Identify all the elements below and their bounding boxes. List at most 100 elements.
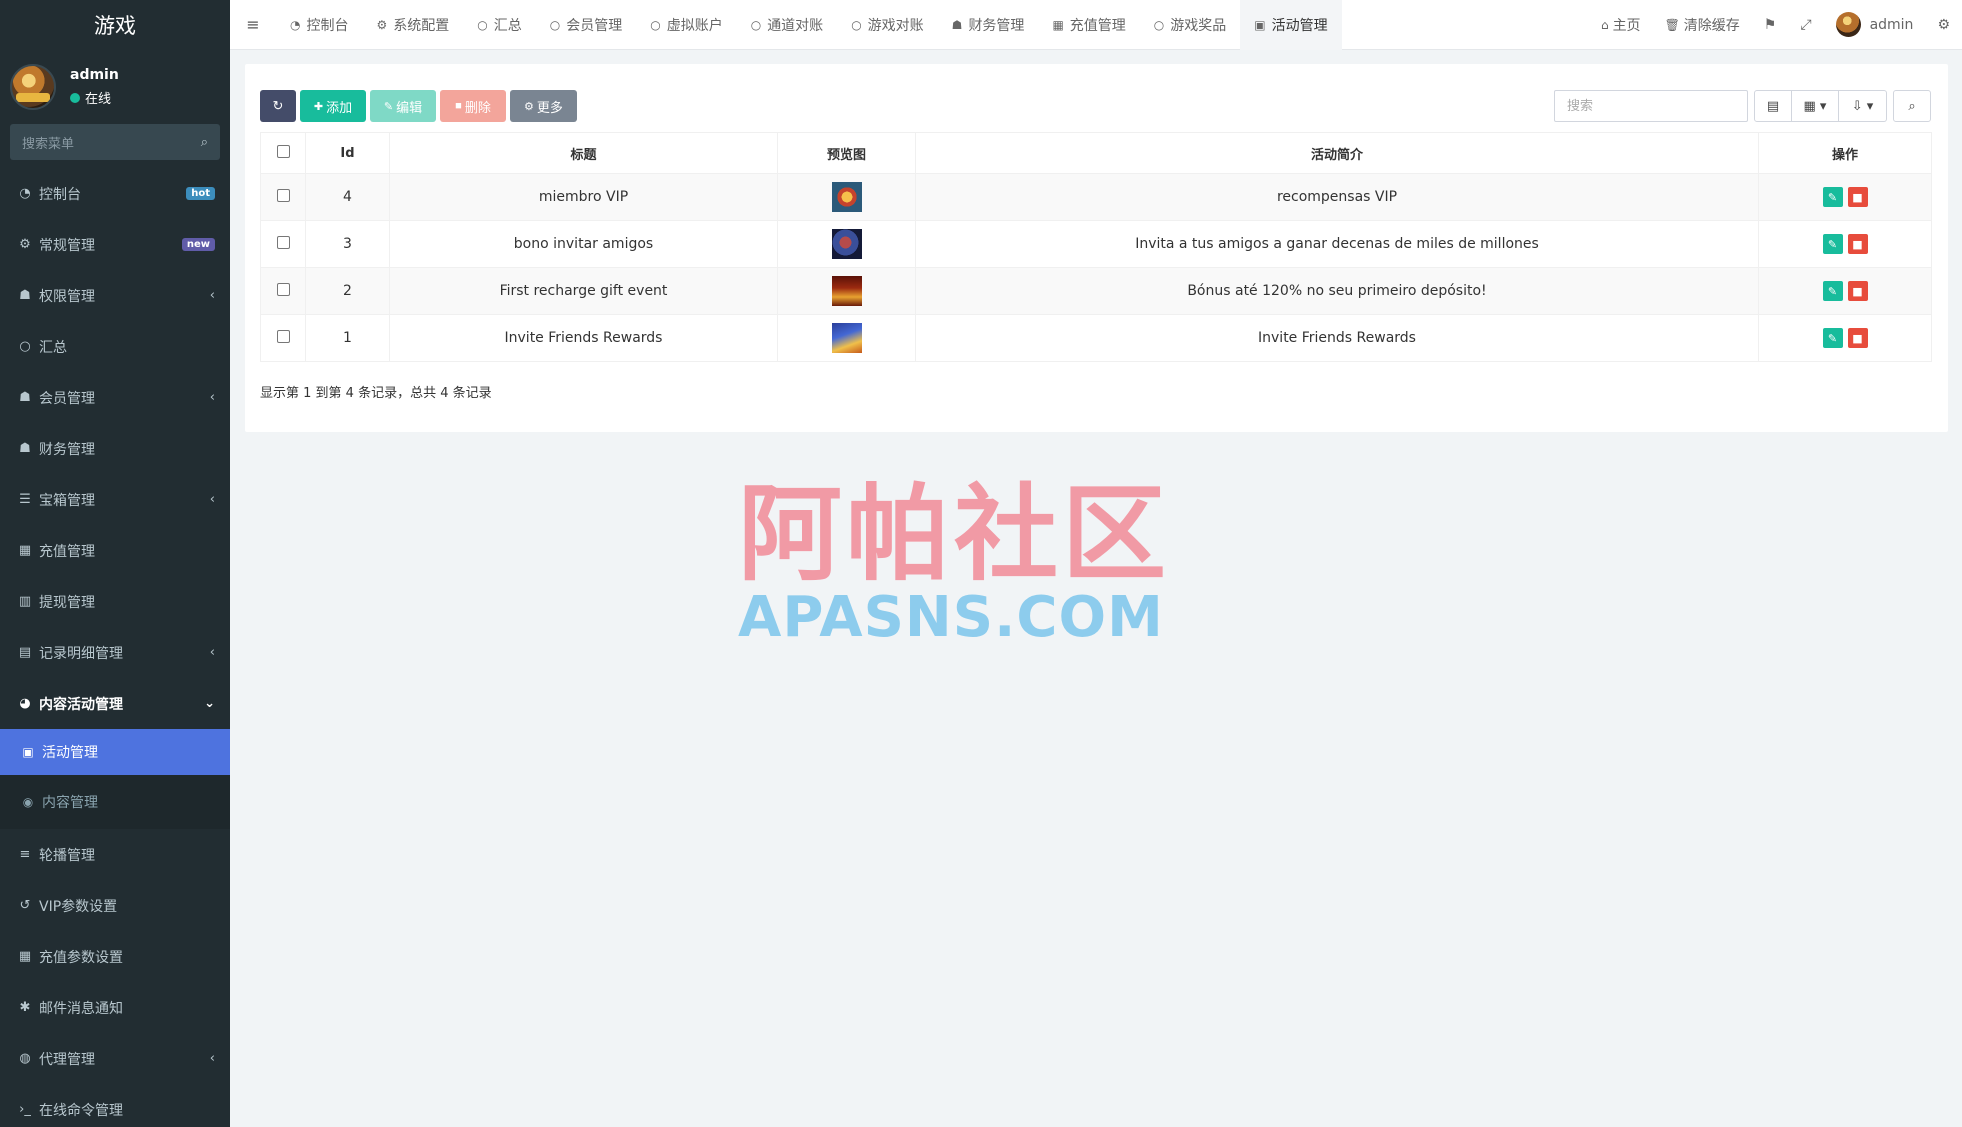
column-header-id[interactable]: Id (305, 132, 390, 174)
language-link[interactable]: ⚑ (1752, 17, 1789, 33)
sidebar-item-finance[interactable]: ☗ 财务管理 (0, 423, 230, 474)
row-select-cell (260, 220, 306, 268)
more-button[interactable]: ⚙ 更多 (510, 90, 577, 122)
submenu-content-activity: ▣ 活动管理 ◉ 内容管理 (0, 729, 230, 829)
cell-title: bono invitar amigos (389, 220, 778, 268)
hot-badge: hot (186, 187, 215, 200)
cell-preview (777, 220, 916, 268)
tab-label: 财务管理 (968, 17, 1025, 34)
home-link[interactable]: ⌂ 主页 (1589, 15, 1653, 35)
sidebar-item-mail-notice[interactable]: ✱ 邮件消息通知 (0, 982, 230, 1033)
sidebar-item-vip-settings[interactable]: ↺ VIP参数设置 (0, 880, 230, 931)
sidebar-item-members[interactable]: ☗ 会员管理 ‹ (0, 372, 230, 423)
tab-finance[interactable]: ☗ 财务管理 (938, 0, 1039, 50)
cell-preview (777, 267, 916, 315)
row-checkbox[interactable] (276, 235, 290, 249)
clear-cache-link[interactable]: 🗑︎ 清除缓存 (1653, 15, 1752, 35)
column-header-title[interactable]: 标题 (389, 132, 778, 174)
table-row[interactable]: 1 Invite Friends Rewards Invite Friends … (260, 314, 1932, 362)
row-edit-button[interactable]: ✎ (1822, 281, 1843, 301)
preview-thumbnail[interactable] (831, 276, 862, 306)
user-avatar[interactable] (10, 64, 56, 110)
sidebar-item-content-manage[interactable]: ◉ 内容管理 (0, 775, 230, 829)
content-panel: ↻ ✚ 添加 ✎ 编辑 ■ 删除 ⚙ 更多 ▤ ▦ ▾ ⇩ ▾ ⌕ (245, 64, 1948, 432)
menu-search-input[interactable]: 搜索菜单 ⌕ (10, 124, 220, 160)
tab-dashboard[interactable]: ◔ 控制台 (276, 0, 362, 50)
sidebar-toggle-icon[interactable]: ≡ (230, 0, 276, 50)
table-row[interactable]: 2 First recharge gift event Bónus até 12… (260, 267, 1932, 315)
sidebar-item-label: 邮件消息通知 (39, 1000, 123, 1017)
tab-recharge[interactable]: ▦ 充值管理 (1038, 0, 1139, 50)
calendar-icon: ▣ (1254, 17, 1266, 32)
bars-icon: ≡ (19, 847, 31, 862)
user-menu[interactable]: admin (1824, 12, 1926, 37)
sidebar-item-dashboard[interactable]: ◔ 控制台 hot (0, 168, 230, 219)
export-button[interactable]: ⇩ ▾ (1839, 90, 1887, 122)
trash-icon: ■ (455, 100, 462, 112)
row-checkbox[interactable] (276, 188, 290, 202)
sidebar-item-permissions[interactable]: ☗ 权限管理 ‹ (0, 270, 230, 321)
sidebar-item-records[interactable]: ▤ 记录明细管理 ‹ (0, 627, 230, 678)
more-label: 更多 (536, 99, 563, 115)
sidebar-item-carousel[interactable]: ≡ 轮播管理 (0, 829, 230, 880)
row-delete-button[interactable]: ■ (1847, 328, 1868, 348)
home-label: 主页 (1612, 17, 1641, 34)
preview-thumbnail[interactable] (831, 323, 862, 353)
sidebar-item-online-command[interactable]: ›_ 在线命令管理 (0, 1084, 230, 1127)
sidebar-item-activity-manage[interactable]: ▣ 活动管理 (0, 729, 230, 775)
tab-label: 系统配置 (393, 17, 450, 34)
tab-game-prizes[interactable]: ○ 游戏奖品 (1140, 0, 1240, 50)
row-edit-button[interactable]: ✎ (1822, 187, 1843, 207)
preview-thumbnail[interactable] (831, 229, 862, 259)
search-icon[interactable]: ⌕ (201, 135, 208, 150)
row-checkbox[interactable] (276, 282, 290, 296)
delete-button[interactable]: ■ 删除 (440, 90, 506, 122)
fullscreen-link[interactable]: ⤢ (1788, 17, 1823, 33)
sidebar-item-recharge[interactable]: ▦ 充值管理 (0, 525, 230, 576)
refresh-button[interactable]: ↻ (260, 90, 296, 122)
tab-channel-reconcile[interactable]: ○ 通道对账 (737, 0, 837, 50)
cell-intro: recompensas VIP (915, 173, 1759, 221)
advanced-search-button[interactable]: ⌕ (1893, 90, 1931, 122)
circle-icon: ○ (19, 339, 31, 354)
sidebar-item-summary[interactable]: ○ 汇总 (0, 321, 230, 372)
table-search-input[interactable] (1554, 90, 1748, 122)
row-edit-button[interactable]: ✎ (1822, 328, 1843, 348)
select-all-checkbox[interactable] (276, 144, 290, 158)
table-row[interactable]: 4 miembro VIP recompensas VIP ✎ ■ (260, 173, 1932, 221)
tab-system-config[interactable]: ⚙ 系统配置 (362, 0, 463, 50)
row-delete-button[interactable]: ■ (1847, 187, 1868, 207)
watermark-en: APASNS.COM (738, 585, 1164, 650)
row-edit-button[interactable]: ✎ (1822, 234, 1843, 254)
sidebar-item-general[interactable]: ⚙ 常规管理 new (0, 219, 230, 270)
tab-summary[interactable]: ○ 汇总 (463, 0, 535, 50)
table-row[interactable]: 3 bono invitar amigos Invita a tus amigo… (260, 220, 1932, 268)
tab-activity-manage[interactable]: ▣ 活动管理 (1240, 0, 1342, 50)
app-title[interactable]: 游戏 (0, 0, 230, 50)
sidebar-item-agent[interactable]: ◍ 代理管理 ‹ (0, 1033, 230, 1084)
cell-id: 2 (305, 267, 390, 315)
chevron-left-icon: ‹ (209, 645, 215, 660)
sidebar-item-content-activity[interactable]: ◕ 内容活动管理 ⌄ (0, 678, 230, 729)
sidebar-item-withdraw[interactable]: ▥ 提现管理 (0, 576, 230, 627)
tab-label: 游戏奖品 (1170, 17, 1227, 34)
preview-thumbnail[interactable] (831, 182, 862, 212)
asterisk-icon: ✱ (19, 1000, 31, 1015)
add-button[interactable]: ✚ 添加 (300, 90, 366, 122)
columns-button[interactable]: ▦ ▾ (1792, 90, 1839, 122)
tab-game-reconcile[interactable]: ○ 游戏对账 (837, 0, 937, 50)
home-icon: ⌂ (1600, 17, 1609, 32)
sidebar-item-treasure-box[interactable]: ☰ 宝箱管理 ‹ (0, 474, 230, 525)
row-delete-button[interactable]: ■ (1847, 281, 1868, 301)
settings-link[interactable]: ⚙ (1925, 17, 1962, 33)
tab-virtual-accounts[interactable]: ○ 虚拟账户 (636, 0, 736, 50)
sidebar-item-label: 内容管理 (42, 795, 98, 811)
edit-button[interactable]: ✎ 编辑 (370, 90, 436, 122)
sidebar: 游戏 admin 在线 搜索菜单 ⌕ ◔ 控制台 hot ⚙ 常规管理 new … (0, 0, 230, 1127)
tab-members[interactable]: ○ 会员管理 (536, 0, 636, 50)
bar-chart-icon: ▥ (18, 594, 32, 609)
row-checkbox[interactable] (276, 329, 290, 343)
row-delete-button[interactable]: ■ (1847, 234, 1868, 254)
sidebar-item-recharge-settings[interactable]: ▦ 充值参数设置 (0, 931, 230, 982)
toggle-view-button[interactable]: ▤ (1754, 90, 1792, 122)
